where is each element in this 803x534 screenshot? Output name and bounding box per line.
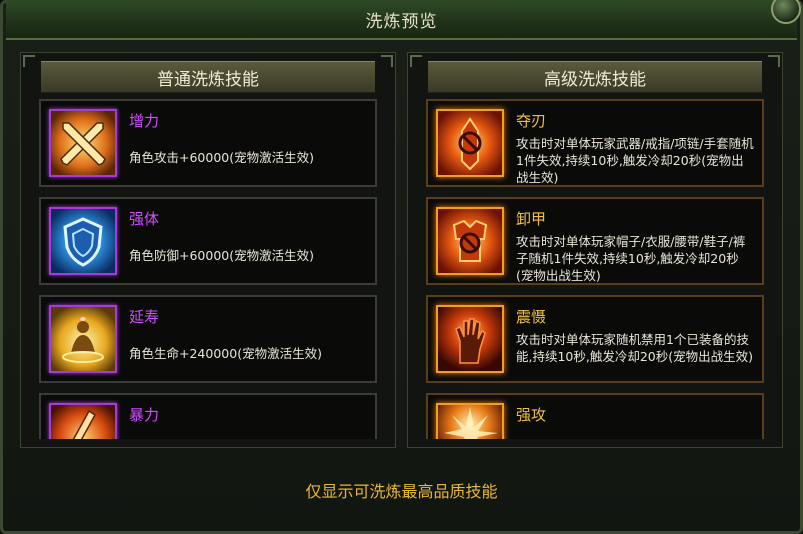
skill-card[interactable]: 卸甲 攻击时对单体玩家帽子/衣服/腰带/鞋子/裤子随机1件失效,持续10秒,触发…	[426, 197, 764, 285]
disabled-sword-icon	[436, 109, 504, 177]
skill-description: 角色攻击+60000(宠物激活生效)	[129, 150, 314, 165]
skill-card[interactable]: 延寿 角色生命+240000(宠物激活生效)	[39, 295, 377, 383]
footer-note: 仅显示可洗炼最高品质技能	[305, 482, 498, 501]
corner-ornament	[410, 55, 422, 67]
panel-header: 高级洗炼技能	[428, 61, 762, 93]
skill-description: 攻击时对单体玩家武器/戒指/项链/手套随机1件失效,持续10秒,触发冷却20秒(…	[516, 136, 754, 185]
panel-title: 普通洗炼技能	[157, 69, 259, 90]
skill-description: 角色生命+240000(宠物激活生效)	[129, 346, 322, 361]
panel-title: 高级洗炼技能	[544, 69, 646, 90]
skill-card[interactable]: 增力 角色攻击+60000(宠物激活生效)	[39, 99, 377, 187]
skill-description: 攻击时对单体玩家帽子/衣服/腰带/鞋子/裤子随机1件失效,持续10秒,触发冷却2…	[516, 234, 746, 283]
skill-name: 增力	[129, 112, 160, 130]
meditating-figure-icon	[49, 305, 117, 373]
skill-card[interactable]: 震慑 攻击时对单体玩家随机禁用1个已装备的技能,持续10秒,触发冷却20秒(宠物…	[426, 295, 764, 383]
scroll-fade	[408, 439, 782, 447]
corner-ornament	[381, 55, 393, 67]
skill-card[interactable]: 夺刃 攻击时对单体玩家武器/戒指/项链/手套随机1件失效,持续10秒,触发冷却2…	[426, 99, 764, 187]
normal-skills-panel: 普通洗炼技能 增力 角色攻击+60000(宠物激活生效) 强体 角色防御+600…	[20, 52, 396, 448]
skill-name: 强攻	[516, 406, 547, 424]
skill-name: 强体	[129, 210, 160, 228]
advanced-skills-panel: 高级洗炼技能 夺刃 攻击时对单体玩家武器/戒指/项链/手套随机1件失效,持续10…	[407, 52, 783, 448]
skill-description: 角色防御+60000(宠物激活生效)	[129, 248, 314, 263]
skill-name: 暴力	[129, 406, 160, 424]
flaming-hand-icon	[436, 305, 504, 373]
crossed-swords-icon	[49, 109, 117, 177]
skill-description: 攻击时对单体玩家随机禁用1个已装备的技能,持续10秒,触发冷却20秒(宠物出战生…	[516, 332, 754, 364]
corner-ornament	[23, 55, 35, 67]
skill-name: 震慑	[516, 308, 547, 326]
skill-name: 卸甲	[516, 210, 547, 228]
title-bar: 洗炼预览	[6, 0, 797, 40]
skill-name: 夺刃	[516, 112, 547, 130]
skill-name: 延寿	[129, 308, 160, 326]
window-title: 洗炼预览	[365, 11, 438, 32]
scroll-fade	[21, 439, 395, 447]
shield-icon	[49, 207, 117, 275]
panel-header: 普通洗炼技能	[41, 61, 375, 93]
disabled-armor-icon	[436, 207, 504, 275]
skill-card[interactable]: 强体 角色防御+60000(宠物激活生效)	[39, 197, 377, 285]
corner-ornament	[768, 55, 780, 67]
